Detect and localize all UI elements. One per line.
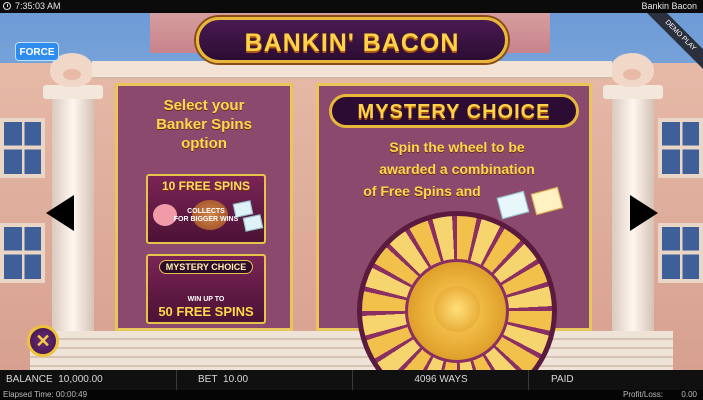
profit-value: 0.00 bbox=[681, 390, 697, 399]
card-sub-line: COLLECTS bbox=[187, 208, 225, 215]
mystery-card-big: 50 FREE SPINS bbox=[158, 304, 254, 319]
free-spins-card-title: 10 FREE SPINS bbox=[161, 179, 251, 193]
session-footer: Elapsed Time: 00:00:49 Profit/Loss: 0.00 bbox=[0, 390, 703, 400]
clock-icon bbox=[3, 2, 11, 10]
column-capital bbox=[43, 85, 103, 99]
balance-display: BALANCE 10,000.00 bbox=[0, 370, 103, 390]
arrow-right-icon[interactable] bbox=[630, 195, 658, 231]
bank-stairs bbox=[30, 331, 673, 370]
game-title: BANKIN' BACON bbox=[244, 29, 460, 57]
arrow-left-icon[interactable] bbox=[46, 195, 74, 231]
paid-display: PAID bbox=[528, 370, 574, 390]
bet-label: BET bbox=[198, 374, 218, 385]
game-scene: BANKIN' BACON FORCE DEMO PLAY Select you… bbox=[0, 13, 703, 370]
heading-line: Banker Spins bbox=[156, 116, 252, 133]
profit-label: Profit/Loss: bbox=[622, 390, 663, 399]
card-sub-line: FOR BIGGER WINS bbox=[173, 216, 239, 223]
ways-display: 4096 WAYS bbox=[352, 370, 529, 390]
status-bar: BALANCE 10,000.00 BET 10.00 4096 WAYS PA… bbox=[0, 370, 703, 390]
description-line: Spin the wheel to be bbox=[389, 139, 525, 155]
bank-window bbox=[0, 118, 45, 178]
heading-line: Select your bbox=[163, 97, 245, 114]
mystery-choice-panel: MYSTERY CHOICE Spin the wheel to be awar… bbox=[316, 83, 592, 370]
bank-window bbox=[658, 118, 703, 178]
balance-label: BALANCE bbox=[6, 374, 53, 385]
description-line: awarded a combination bbox=[379, 161, 535, 177]
mystery-wheel bbox=[357, 211, 557, 370]
close-icon[interactable]: ✕ bbox=[27, 325, 59, 357]
force-button[interactable]: FORCE bbox=[15, 42, 59, 61]
mystery-choice-title: MYSTERY CHOICE bbox=[357, 101, 551, 123]
elapsed-time: Elapsed Time: 00:00:49 bbox=[3, 390, 88, 399]
mystery-choice-option-card: MYSTERY CHOICE WIN UP TO 50 FREE SPINS bbox=[146, 254, 266, 324]
system-bar: 7:35:03 AM Bankin Bacon bbox=[0, 0, 703, 13]
pig-statue-icon bbox=[610, 53, 654, 87]
banker-spins-heading: Select your Banker Spins option bbox=[118, 96, 290, 153]
bank-window bbox=[658, 223, 703, 283]
balance-value: 10,000.00 bbox=[58, 374, 103, 385]
heading-line: option bbox=[181, 135, 227, 152]
mystery-card-title: MYSTERY CHOICE bbox=[148, 260, 264, 274]
free-spins-card-sub: COLLECTS FOR BIGGER WINS bbox=[148, 208, 264, 224]
bank-window bbox=[0, 223, 45, 283]
wheel-center bbox=[405, 259, 509, 363]
free-spins-option-card: 10 FREE SPINS COLLECTS FOR BIGGER WINS bbox=[146, 174, 266, 244]
clock-time: 7:35:03 AM bbox=[15, 1, 61, 11]
bet-value: 10.00 bbox=[223, 374, 249, 385]
mystery-card-title-text: MYSTERY CHOICE bbox=[158, 260, 254, 274]
banker-spins-panel: Select your Banker Spins option 10 FREE … bbox=[115, 83, 293, 331]
pig-coin-icon bbox=[434, 286, 480, 332]
game-logo: BANKIN' BACON bbox=[196, 17, 508, 63]
column-capital bbox=[603, 85, 663, 99]
mystery-choice-banner: MYSTERY CHOICE bbox=[329, 94, 579, 128]
bet-display: BET 10.00 bbox=[176, 370, 248, 390]
building-ledge bbox=[92, 61, 612, 79]
game-name: Bankin Bacon bbox=[641, 1, 697, 11]
mystery-card-sub: WIN UP TO bbox=[187, 296, 225, 303]
